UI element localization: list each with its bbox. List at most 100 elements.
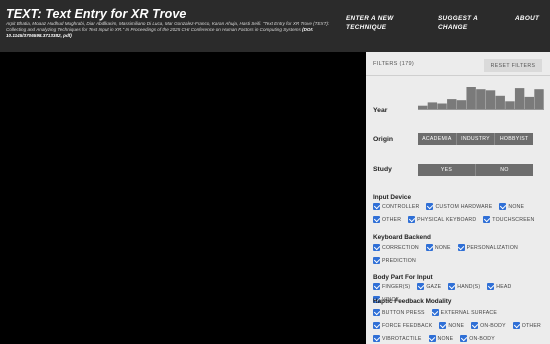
filter-checkbox[interactable]: TOUCHSCREEN (483, 216, 534, 223)
divider (366, 75, 550, 76)
checkmark-icon[interactable] (431, 309, 439, 316)
checkmark-icon[interactable] (408, 216, 416, 223)
checkmark-icon[interactable] (428, 335, 436, 342)
checkbox-label: VIBROTACTILE (382, 335, 422, 342)
filter-checkbox[interactable]: BUTTON PRESS (373, 309, 425, 316)
histogram-bar[interactable] (476, 89, 486, 109)
checkmark-icon[interactable] (460, 335, 468, 342)
checkmark-icon[interactable] (373, 203, 380, 210)
checkmark-icon[interactable] (373, 244, 380, 251)
filter-checkbox[interactable]: GAZE (417, 283, 441, 290)
year-histogram[interactable] (418, 82, 544, 109)
histogram-bar[interactable] (534, 89, 544, 109)
checkbox-label: FINGER(S) (382, 283, 411, 290)
histogram-baseline (418, 109, 544, 110)
filter-group-title: Body Part For Input (373, 274, 433, 281)
checkbox-label: PREDICTION (382, 257, 416, 264)
checkmark-icon[interactable] (457, 244, 465, 251)
study-selector: YES NO (418, 164, 533, 176)
histogram-bar[interactable] (427, 102, 438, 109)
checkmark-icon[interactable] (373, 309, 380, 316)
checkmark-icon[interactable] (373, 335, 380, 342)
filter-checkbox[interactable]: HAND(S) (448, 283, 480, 290)
filter-group-title: Input Device (373, 194, 411, 201)
checkmark-icon[interactable] (373, 216, 380, 223)
checkmark-icon[interactable] (417, 283, 425, 290)
filter-checkbox[interactable]: PREDICTION (373, 257, 416, 264)
nav-enter-technique[interactable]: ENTER A NEW TECHNIQUE (346, 15, 416, 32)
filter-checkbox[interactable]: ON-BODY (471, 322, 506, 329)
filter-checkbox[interactable]: CORRECTION (373, 244, 419, 251)
filter-checkbox[interactable]: PERSONALIZATION (457, 244, 518, 251)
filter-checkbox[interactable]: NONE (428, 335, 454, 342)
filter-checkbox[interactable]: HEAD (487, 283, 511, 290)
checkbox-label: EXTERNAL SURFACE (440, 309, 498, 316)
checkbox-label: NONE (508, 203, 525, 210)
histogram-bar[interactable] (495, 95, 505, 109)
nav-suggest-change[interactable]: SUGGEST A CHANGE (438, 15, 498, 32)
histogram-bar[interactable] (456, 100, 467, 109)
checkbox-label: CUSTOM HARDWARE (435, 203, 493, 210)
checkbox-label: PERSONALIZATION (466, 244, 518, 251)
checkbox-label: CORRECTION (382, 244, 419, 251)
checkmark-icon[interactable] (425, 244, 433, 251)
reset-filters-button[interactable]: RESET FILTERS (484, 59, 542, 72)
checkmark-icon[interactable] (499, 203, 507, 210)
origin-option-academia[interactable]: ACADEMIA (418, 133, 457, 145)
checkmark-icon[interactable] (426, 203, 434, 210)
filter-checkbox[interactable]: NONE (439, 322, 464, 329)
checkmark-icon[interactable] (448, 283, 456, 290)
study-label: Study (373, 166, 392, 173)
checkbox-list: BUTTON PRESS EXTERNAL SURFACE FORCE FEEDBA… (373, 309, 550, 344)
filter-checkbox[interactable]: ON-BODY (460, 335, 495, 342)
checkbox-list: CONTROLLER CUSTOM HARDWARE NONE OTHER PHYSIC… (373, 203, 550, 229)
histogram-bar[interactable] (485, 90, 496, 109)
checkmark-icon[interactable] (373, 257, 380, 264)
checkbox-label: NONE (434, 244, 451, 251)
histogram-bar[interactable] (514, 88, 525, 109)
filter-checkbox[interactable]: FINGER(S) (373, 283, 410, 290)
checkbox-label: GAZE (426, 283, 442, 290)
checkmark-icon[interactable] (373, 283, 380, 290)
filter-checkbox[interactable]: EXTERNAL SURFACE (431, 309, 498, 316)
checkbox-label: OTHER (382, 216, 402, 223)
checkbox-label: ON-BODY (469, 335, 495, 342)
filter-checkbox[interactable]: CUSTOM HARDWARE (426, 203, 492, 210)
checkmark-icon[interactable] (439, 322, 447, 329)
filter-checkbox[interactable]: OTHER (512, 322, 541, 329)
checkmark-icon[interactable] (512, 322, 520, 329)
checkbox-label: CONTROLLER (382, 203, 420, 210)
filters-count: FILTERS (179) (373, 61, 415, 67)
origin-option-hobbyist[interactable]: HOBBYIST (495, 133, 534, 145)
checkmark-icon[interactable] (471, 322, 479, 329)
histogram-bar[interactable] (447, 99, 457, 109)
checkmark-icon[interactable] (483, 216, 491, 223)
origin-option-industry[interactable]: INDUSTRY (456, 133, 496, 145)
filter-checkbox[interactable]: PHYSICAL KEYBOARD (408, 216, 476, 223)
checkbox-label: PHYSICAL KEYBOARD (417, 216, 477, 223)
checkmark-icon[interactable] (487, 283, 495, 290)
histogram-bar[interactable] (524, 96, 535, 109)
checkbox-list: FINGER(S) GAZE HAND(S) HEAD VOICE (373, 283, 550, 309)
year-label: Year (373, 107, 388, 114)
histogram-bar[interactable] (466, 87, 476, 109)
origin-label: Origin (373, 136, 394, 143)
nav-about[interactable]: ABOUT (515, 15, 539, 24)
filter-checkbox[interactable]: NONE (425, 244, 451, 251)
checkbox-label: FORCE FEEDBACK (382, 322, 433, 329)
filter-checkbox[interactable]: FORCE FEEDBACK (373, 322, 432, 329)
checkbox-label: NONE (448, 322, 465, 329)
filter-panel: FILTERS (179) RESET FILTERS Year Origin … (366, 52, 550, 344)
filter-checkbox[interactable]: CONTROLLER (373, 203, 419, 210)
checkmark-icon[interactable] (373, 322, 380, 329)
histogram-bar[interactable] (505, 101, 515, 109)
filter-checkbox[interactable]: OTHER (373, 216, 401, 223)
citation-text: Arpit Bhatia, Moaaz Hudhud Mughrabi, Dia… (6, 21, 336, 40)
study-option-yes[interactable]: YES (418, 164, 476, 176)
checkbox-label: HAND(S) (457, 283, 481, 290)
filter-checkbox[interactable]: NONE (499, 203, 524, 210)
study-option-no[interactable]: NO (476, 164, 533, 176)
filter-group-title: Haptic Feedback Modality (373, 298, 452, 305)
filter-checkbox[interactable]: VIBROTACTILE (373, 335, 422, 342)
filter-group-title: Keyboard Backend (373, 234, 431, 241)
